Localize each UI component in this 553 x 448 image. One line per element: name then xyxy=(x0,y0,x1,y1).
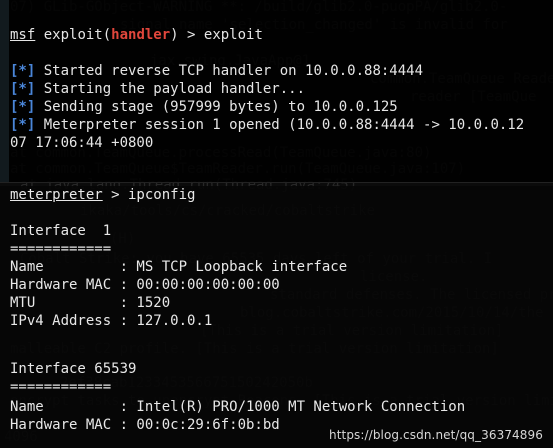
output-line: [*] Sending stage (957999 bytes) to 10.0… xyxy=(10,98,398,116)
command-text: > ipconfig xyxy=(102,187,196,203)
screenshot: 07) GLib-GObject-WARNING **: /build/glib… xyxy=(0,0,553,448)
iface-field: IPv4 Address : 127.0.0.1 xyxy=(10,313,213,329)
meterpreter-prompt-line: meterpreter > ipconfig xyxy=(10,186,195,204)
iface-field: Name : Intel(R) PRO/1000 MT Network Conn… xyxy=(10,399,466,415)
watermark: https://blog.csdn.net/qq_36374896 xyxy=(329,428,543,442)
iface-field: Name : MS TCP Loopback interface xyxy=(10,259,348,275)
msf-prompt-label: msf xyxy=(10,27,36,43)
module-name: handler xyxy=(111,27,171,43)
info-tag: [*] xyxy=(10,117,36,133)
interface-title: Interface 1 xyxy=(10,223,112,239)
iface-field: Hardware MAC : 00:00:00:00:00:00 xyxy=(10,277,280,293)
msf-terminal[interactable]: msf exploit(handler) > exploit [*] Start… xyxy=(0,0,553,183)
interface-title: Interface 65539 xyxy=(10,361,137,377)
output-line: [*] Started reverse TCP handler on 10.0.… xyxy=(10,62,423,80)
output-text: Meterpreter session 1 opened (10.0.0.88:… xyxy=(35,117,525,133)
separator: ============ xyxy=(10,241,112,257)
timestamp-line: 07 17:06:44 +0800 xyxy=(10,135,154,151)
output-text: Started reverse TCP handler on 10.0.0.88… xyxy=(35,63,424,79)
iface-field: MTU : 1520 xyxy=(10,295,171,311)
meterpreter-terminal[interactable]: meterpreter > ipconfig Interface 1 =====… xyxy=(0,186,553,448)
info-tag: [*] xyxy=(10,99,36,115)
meterpreter-prompt: meterpreter xyxy=(10,187,103,203)
info-tag: [*] xyxy=(10,81,36,97)
output-line: [*] Starting the payload handler... xyxy=(10,80,305,98)
prompt-mid: exploit( xyxy=(35,27,112,43)
output-text: Starting the payload handler... xyxy=(35,81,306,97)
output-line: [*] Meterpreter session 1 opened (10.0.0… xyxy=(10,116,524,134)
separator: ============ xyxy=(10,379,112,395)
msf-prompt-line: msf exploit(handler) > exploit xyxy=(10,26,263,44)
left-strip xyxy=(0,0,9,182)
prompt-suffix: ) > exploit xyxy=(170,27,263,43)
iface-field: Hardware MAC : 00:0c:29:6f:0b:bd xyxy=(10,417,280,433)
output-text: Sending stage (957999 bytes) to 10.0.0.1… xyxy=(35,99,398,115)
info-tag: [*] xyxy=(10,63,36,79)
